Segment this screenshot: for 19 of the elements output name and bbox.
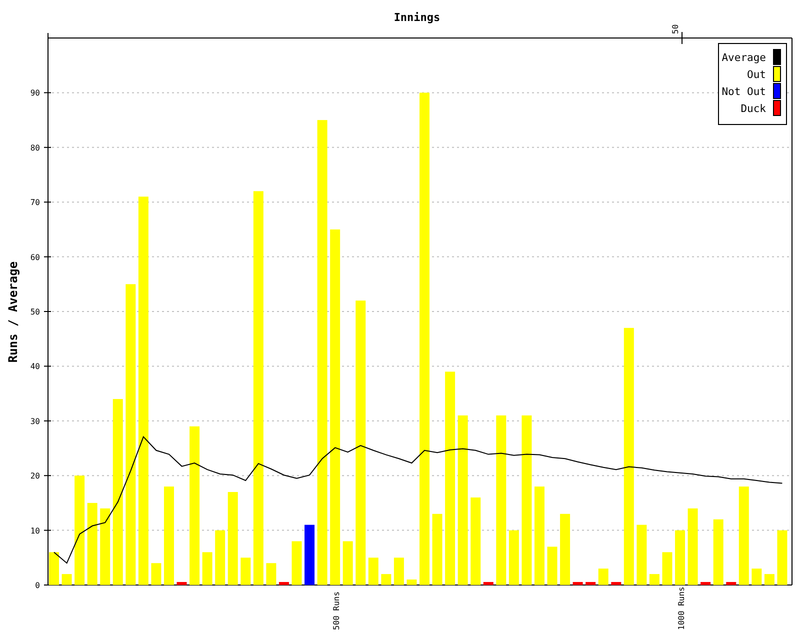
y-axis-label: Runs / Average	[6, 261, 20, 363]
legend-label: Average	[722, 52, 766, 64]
y-tick-label: 40	[30, 362, 40, 372]
legend-label: Out	[747, 69, 766, 81]
legend-label: Duck	[740, 103, 766, 115]
y-tick-label: 20	[30, 472, 40, 481]
runs-marker-label: 1000 Runs	[677, 586, 686, 630]
runs-marker-label: 500 Runs	[332, 591, 342, 630]
y-tick-label: 60	[30, 252, 40, 262]
y-tick-label: 0	[35, 581, 40, 590]
y-tick-label: 30	[30, 416, 40, 426]
chart-title: Innings	[394, 11, 440, 24]
top-tick-label: 50	[671, 24, 680, 34]
y-tick-label: 10	[30, 526, 40, 536]
y-tick-label: 80	[30, 143, 40, 152]
legend-label: Not Out	[722, 86, 766, 98]
y-tick-label: 70	[30, 198, 40, 208]
y-tick-label: 90	[30, 88, 40, 98]
y-tick-label: 50	[30, 308, 40, 316]
